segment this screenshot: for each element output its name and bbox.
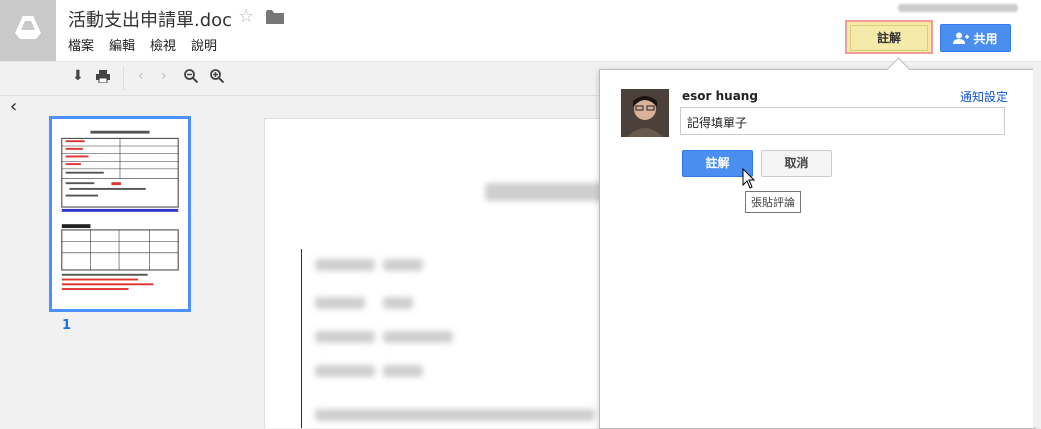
menu-help[interactable]: 說明: [191, 35, 217, 54]
blurred-text: [383, 331, 453, 343]
chevron-left-icon[interactable]: ‹: [138, 68, 144, 84]
blurred-text: [383, 365, 423, 377]
blurred-text: [485, 183, 605, 201]
page-number: 1: [62, 318, 72, 333]
page-thumbnail-image: [61, 130, 179, 291]
top-header: 活動支出申請單.doc ☆ 檔案 編輯 檢視 說明 註解 共用: [0, 0, 1041, 62]
mouse-cursor-icon: [742, 168, 756, 189]
toolbar-divider: [123, 66, 124, 90]
blurred-text: [315, 297, 365, 309]
menu-view[interactable]: 檢視: [150, 35, 176, 54]
share-button[interactable]: 共用: [940, 24, 1011, 52]
menu-file[interactable]: 檔案: [68, 35, 94, 54]
blurred-text: [383, 297, 413, 309]
blurred-text: [383, 259, 423, 271]
comment-panel: esor huang 通知設定 記得填單子 註解 取消 張貼評論: [599, 57, 1035, 429]
folder-icon[interactable]: [266, 10, 284, 24]
menu-bar: 檔案 編輯 檢視 說明: [68, 35, 217, 54]
comment-button-highlight: 註解: [845, 20, 933, 54]
zoom-out-icon[interactable]: [184, 69, 198, 83]
tooltip: 張貼評論: [745, 191, 801, 213]
chevron-right-icon[interactable]: ›: [161, 68, 167, 84]
drive-icon: [15, 16, 41, 39]
download-icon[interactable]: ⬇: [72, 68, 84, 84]
blurred-text: [315, 259, 375, 271]
blurred-text: [315, 409, 595, 421]
doc-title[interactable]: 活動支出申請單.doc: [68, 6, 232, 32]
drive-logo[interactable]: [0, 0, 56, 61]
star-icon[interactable]: ☆: [238, 6, 254, 27]
share-button-label: 共用: [973, 31, 998, 46]
avatar: [621, 89, 669, 137]
add-person-icon: [953, 32, 970, 44]
comment-author: esor huang: [682, 89, 758, 103]
scrollbar-area: [1033, 62, 1041, 427]
print-icon[interactable]: [96, 70, 110, 83]
menu-edit[interactable]: 編輯: [109, 35, 135, 54]
page-thumbnail-panel: ‹ 1: [0, 96, 255, 427]
zoom-in-icon[interactable]: [210, 69, 224, 83]
comment-input[interactable]: 記得填單子: [680, 107, 1005, 135]
table-border: [301, 249, 302, 428]
blurred-text: [315, 365, 375, 377]
chevron-left-icon[interactable]: ‹: [10, 96, 17, 117]
page-thumbnail[interactable]: [49, 116, 191, 312]
comments-button[interactable]: 註解: [850, 25, 928, 51]
account-info[interactable]: [898, 4, 1018, 12]
cancel-button[interactable]: 取消: [761, 150, 832, 177]
document-page: [264, 118, 616, 428]
notification-settings-link[interactable]: 通知設定: [960, 88, 1008, 105]
blurred-text: [315, 331, 375, 343]
